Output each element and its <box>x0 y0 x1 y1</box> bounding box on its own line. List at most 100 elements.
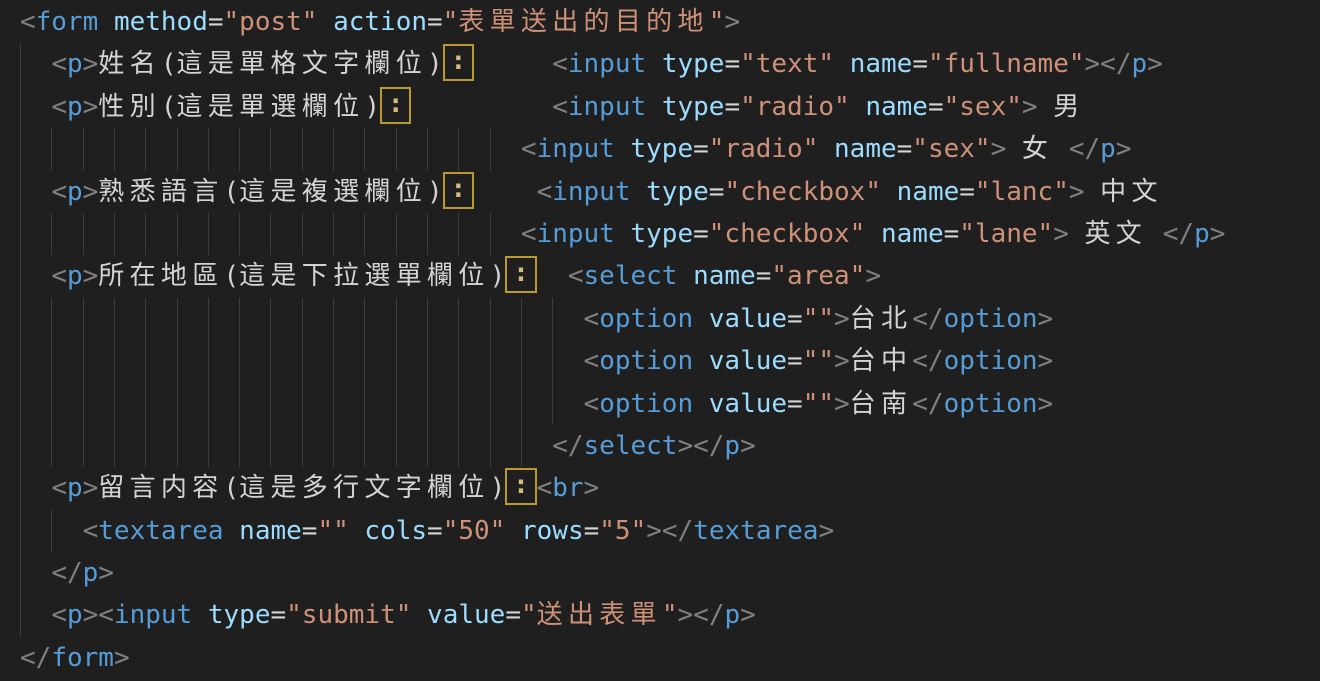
indent-guide <box>20 467 21 509</box>
code-line[interactable]: </select></p> <box>20 425 1320 467</box>
code-string: "lanc" <box>975 177 1069 207</box>
indent-guide <box>145 383 146 425</box>
indent-guide <box>20 594 21 636</box>
code-tag-name: select <box>584 261 678 291</box>
indent-guide <box>20 213 21 255</box>
code-whitespace <box>865 219 881 249</box>
code-line[interactable]: <textarea name="" cols="50" rows="5"></t… <box>20 510 1320 552</box>
code-tag-punctuation: < <box>51 600 67 630</box>
code-line[interactable]: <input type="radio" name="sex"> 女 </p> <box>20 128 1320 170</box>
code-line[interactable]: <input type="checkbox" name="lane"> 英文 <… <box>20 213 1320 255</box>
code-tag-punctuation: </ <box>51 558 82 588</box>
code-tag-name: p <box>67 177 83 207</box>
code-line[interactable]: <p><input type="submit" value="送出表單"></p… <box>20 594 1320 636</box>
code-text: 性別 <box>98 86 161 128</box>
indent-guide <box>427 340 428 382</box>
code-tag-name: p <box>67 261 83 291</box>
code-whitespace <box>192 600 208 630</box>
code-operator: = <box>756 261 772 291</box>
code-line[interactable]: <p>所在地區(這是下拉選單欄位): <select name="area"> <box>20 255 1320 297</box>
code-text: ) <box>490 473 506 503</box>
code-tag-punctuation: < <box>584 304 600 334</box>
code-attribute-name: name <box>834 134 897 164</box>
code-tag-punctuation: > <box>1038 346 1054 376</box>
code-string: "50" <box>443 516 506 546</box>
code-line[interactable]: </p> <box>20 552 1320 594</box>
code-tag-punctuation: > <box>1210 219 1226 249</box>
code-string: "lane" <box>959 219 1053 249</box>
code-attribute-name: type <box>662 92 725 122</box>
code-operator: = <box>912 49 928 79</box>
indent-guide <box>427 298 428 340</box>
indent-guide <box>552 383 553 425</box>
unicode-highlight-colon: : <box>443 172 474 209</box>
code-operator: = <box>427 516 443 546</box>
indent-guide <box>114 298 115 340</box>
code-string: "fullname" <box>928 49 1085 79</box>
code-operator: = <box>208 7 224 37</box>
code-whitespace <box>474 177 537 207</box>
code-line[interactable]: <option value="">台北</option> <box>20 298 1320 340</box>
code-tag-name: form <box>51 643 114 673</box>
code-text <box>1147 219 1163 249</box>
code-line[interactable]: <p>留言内容(這是多行文字欄位):<br> <box>20 467 1320 509</box>
indent-guide <box>20 425 21 467</box>
indent-guide <box>51 425 52 467</box>
code-whitespace <box>349 516 365 546</box>
code-tag-punctuation: </ <box>912 346 943 376</box>
code-string: "" <box>803 346 834 376</box>
code-editor[interactable]: <form method="post" action="表單送出的目的地"> <… <box>0 0 1320 681</box>
code-operator: = <box>724 49 740 79</box>
code-string: "checkbox" <box>709 219 866 249</box>
indent-guide <box>490 383 491 425</box>
code-text: 這是下拉選單欄位 <box>239 255 489 297</box>
indent-guide <box>364 213 365 255</box>
code-operator: = <box>302 516 318 546</box>
code-text: ( <box>224 473 240 503</box>
code-tag-punctuation: < <box>537 473 553 503</box>
code-line[interactable]: <option value="">台南</option> <box>20 383 1320 425</box>
indent-guide <box>239 340 240 382</box>
code-tag-name: input <box>568 49 646 79</box>
code-whitespace <box>693 304 709 334</box>
code-tag-name: input <box>537 219 615 249</box>
code-tag-name: option <box>599 304 693 334</box>
code-tag-punctuation: < <box>51 473 67 503</box>
code-tag-punctuation: </ <box>693 431 724 461</box>
code-line[interactable]: <form method="post" action="表單送出的目的地"> <box>20 1 1320 43</box>
code-text: ( <box>224 261 240 291</box>
indent-guide <box>490 425 491 467</box>
code-line[interactable]: <p>熟悉語言(這是複選欄位): <input type="checkbox" … <box>20 171 1320 213</box>
code-tag-name: option <box>599 346 693 376</box>
code-tag-punctuation: < <box>537 177 553 207</box>
indent-guide <box>458 425 459 467</box>
code-tag-name: option <box>944 346 1038 376</box>
code-line[interactable]: </form> <box>20 637 1320 679</box>
code-text: 熟悉語言 <box>98 171 223 213</box>
code-whitespace <box>20 49 51 79</box>
code-tag-punctuation: > <box>1147 49 1163 79</box>
indent-guide <box>239 213 240 255</box>
indent-guide <box>490 213 491 255</box>
indent-guide <box>364 425 365 467</box>
code-operator: = <box>944 219 960 249</box>
code-line[interactable]: <p>性別(這是單選欄位): <input type="radio" name=… <box>20 86 1320 128</box>
code-line[interactable]: <option value="">台中</option> <box>20 340 1320 382</box>
code-attribute-name: type <box>631 219 694 249</box>
code-text: 這是多行文字欄位 <box>239 467 489 509</box>
code-tag-punctuation: </ <box>1069 134 1100 164</box>
code-tag-punctuation: </ <box>693 600 724 630</box>
code-string: " <box>521 600 537 630</box>
indent-guide <box>302 128 303 170</box>
indent-guide <box>333 340 334 382</box>
code-attribute-name: method <box>114 7 208 37</box>
code-string: "" <box>803 304 834 334</box>
code-whitespace <box>20 473 51 503</box>
code-whitespace <box>411 92 552 122</box>
indent-guide <box>364 128 365 170</box>
code-attribute-name: name <box>693 261 756 291</box>
code-line[interactable]: <p>姓名(這是單格文字欄位): <input type="text" name… <box>20 43 1320 85</box>
code-string: "sex" <box>944 92 1022 122</box>
code-tag-punctuation: < <box>51 92 67 122</box>
code-text: 這是複選欄位 <box>239 171 427 213</box>
